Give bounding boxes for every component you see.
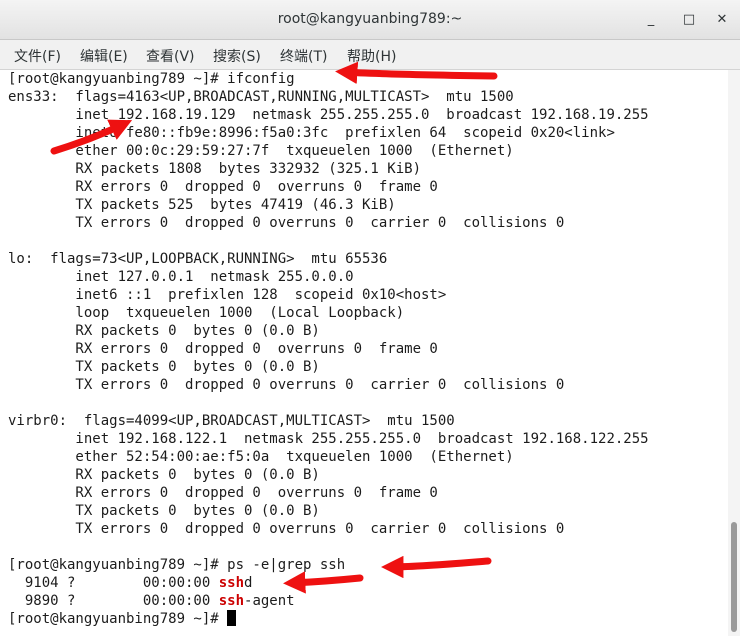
prompt-ps-grep: [root@kangyuanbing789 ~]# ps -e|grep ssh (8, 557, 346, 573)
text-cursor (227, 610, 237, 626)
terminal-line: inet 127.0.0.1 netmask 255.0.0.0 (8, 269, 354, 285)
grep-match: ssh (218, 593, 245, 609)
terminal-line: inet 192.168.19.129 netmask 255.255.255.… (8, 107, 649, 123)
maximize-icon[interactable]: □ (678, 9, 700, 31)
ps-row-info: 9104 ? 00:00:00 (8, 575, 219, 591)
terminal-line: RX errors 0 dropped 0 overruns 0 frame 0 (8, 179, 438, 195)
terminal-line: RX errors 0 dropped 0 overruns 0 frame 0 (8, 341, 438, 357)
terminal-line: inet6 ::1 prefixlen 128 scopeid 0x10<hos… (8, 287, 447, 303)
menu-terminal[interactable]: 终端(T) (280, 46, 327, 66)
menu-search[interactable]: 搜索(S) (213, 46, 261, 66)
terminal-line: RX packets 0 bytes 0 (0.0 B) (8, 467, 320, 483)
menu-file[interactable]: 文件(F) (14, 46, 61, 66)
terminal-line: RX errors 0 dropped 0 overruns 0 frame 0 (8, 485, 438, 501)
terminal-line: loop txqueuelen 1000 (Local Loopback) (8, 305, 405, 321)
terminal-line: inet 192.168.122.1 netmask 255.255.255.0… (8, 431, 649, 447)
prompt-ifconfig: [root@kangyuanbing789 ~]# ifconfig (8, 71, 295, 87)
terminal-line: RX packets 0 bytes 0 (0.0 B) (8, 323, 320, 339)
current-prompt[interactable]: [root@kangyuanbing789 ~]# (8, 610, 237, 628)
terminal-line: ether 00:0c:29:59:27:7f txqueuelen 1000 … (8, 143, 514, 159)
terminal-output[interactable]: [root@kangyuanbing789 ~]# ifconfig ens33… (0, 70, 728, 636)
terminal-line: ens33: flags=4163<UP,BROADCAST,RUNNING,M… (8, 89, 514, 105)
close-icon[interactable]: ✕ (711, 9, 733, 31)
ps-row-rest: d (244, 575, 253, 591)
title-bar[interactable]: root@kangyuanbing789:~ _ □ ✕ (0, 0, 740, 40)
ps-row: 9104 ? 00:00:00 sshd (8, 574, 253, 592)
terminal-line: lo: flags=73<UP,LOOPBACK,RUNNING> mtu 65… (8, 251, 388, 267)
terminal-line: RX packets 1808 bytes 332932 (325.1 KiB) (8, 161, 422, 177)
terminal-line: TX errors 0 dropped 0 overruns 0 carrier… (8, 521, 565, 537)
terminal-line: TX packets 0 bytes 0 (0.0 B) (8, 503, 320, 519)
terminal-line: inet6 fe80::fb9e:8996:f5a0:3fc prefixlen… (8, 125, 615, 141)
menu-bar: 文件(F) 编辑(E) 查看(V) 搜索(S) 终端(T) 帮助(H) (0, 40, 740, 70)
scrollbar[interactable] (728, 70, 740, 636)
terminal-line: ether 52:54:00:ae:f5:0a txqueuelen 1000 … (8, 449, 514, 465)
menu-help[interactable]: 帮助(H) (347, 46, 396, 66)
ps-row-info: 9890 ? 00:00:00 (8, 593, 219, 609)
menu-edit[interactable]: 编辑(E) (80, 46, 128, 66)
prompt-text: [root@kangyuanbing789 ~]# (8, 611, 228, 627)
menu-view[interactable]: 查看(V) (146, 46, 195, 66)
ps-row: 9890 ? 00:00:00 ssh-agent (8, 592, 295, 610)
terminal-line: TX packets 525 bytes 47419 (46.3 KiB) (8, 197, 396, 213)
grep-match: ssh (218, 575, 245, 591)
window-title: root@kangyuanbing789:~ (277, 11, 463, 27)
ps-row-rest: -agent (244, 593, 295, 609)
terminal-line: TX packets 0 bytes 0 (0.0 B) (8, 359, 320, 375)
terminal-line: TX errors 0 dropped 0 overruns 0 carrier… (8, 215, 565, 231)
scrollbar-thumb[interactable] (731, 522, 737, 632)
minimize-icon[interactable]: _ (640, 9, 662, 31)
terminal-line: virbr0: flags=4099<UP,BROADCAST,MULTICAS… (8, 413, 455, 429)
terminal-line: TX errors 0 dropped 0 overruns 0 carrier… (8, 377, 565, 393)
